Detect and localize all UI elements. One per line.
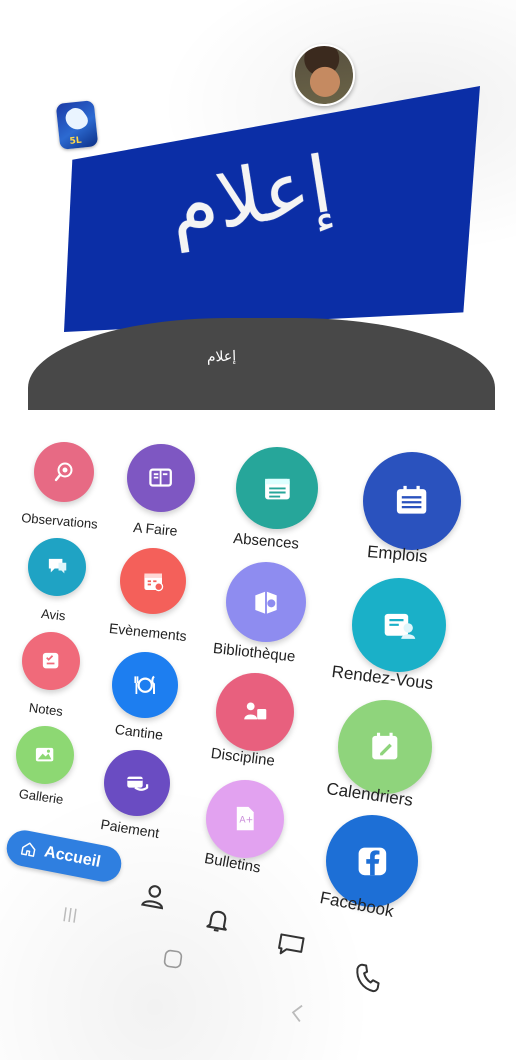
- tile-emplois-label: Emplois: [366, 542, 429, 567]
- tile-paiement-button[interactable]: [104, 750, 170, 816]
- report-card-icon: A+: [206, 780, 284, 858]
- back-icon[interactable]: [287, 1001, 308, 1025]
- tile-gallerie-label: Gallerie: [17, 786, 65, 808]
- tile-biblioth-que-label: Bibliothèque: [212, 640, 297, 666]
- tile-cantine-label: Cantine: [114, 721, 164, 743]
- tile-paiement-label: Paiement: [99, 816, 161, 842]
- tile-ev-nements-label: Evènements: [108, 620, 188, 645]
- logo-text: 5L: [69, 135, 83, 147]
- tile-a-faire-button[interactable]: [127, 444, 195, 512]
- tile-a-faire-label: A Faire: [132, 519, 179, 539]
- tile-bulletins-button[interactable]: A+: [206, 780, 284, 858]
- home-icon: [19, 840, 38, 859]
- notes-icon: [22, 632, 80, 690]
- tile-gallerie-button[interactable]: [16, 726, 74, 784]
- timetable-icon: [363, 452, 461, 550]
- tile-observations-label: Observations: [20, 510, 99, 532]
- gallery-icon: [16, 726, 74, 784]
- speech-bubble-icon: [28, 538, 86, 596]
- tile-calendriers-button[interactable]: [338, 700, 432, 794]
- calendar-list-icon: [236, 447, 318, 529]
- tile-discipline-button[interactable]: [216, 673, 294, 751]
- event-calendar-icon: [120, 548, 186, 614]
- recents-icon[interactable]: [61, 905, 79, 925]
- school-logo: 5L: [55, 100, 99, 150]
- tile-cantine-button[interactable]: [112, 652, 178, 718]
- library-icon: [226, 562, 306, 642]
- cutlery-icon: [112, 652, 178, 718]
- tile-notes-label: Notes: [28, 700, 64, 720]
- avatar[interactable]: [288, 39, 360, 111]
- banner-caption-bar: إعلام: [28, 318, 495, 410]
- tile-avis-button[interactable]: [28, 538, 86, 596]
- bell-icon[interactable]: [202, 904, 234, 936]
- tile-biblioth-que-button[interactable]: [226, 562, 306, 642]
- tile-avis-label: Avis: [40, 606, 67, 624]
- observation-icon: [34, 442, 94, 502]
- phone-icon[interactable]: [349, 959, 386, 996]
- nav-accueil-label: Accueil: [42, 843, 102, 871]
- calendar-edit-icon: [338, 700, 432, 794]
- chat-icon[interactable]: [272, 927, 311, 962]
- book-icon: [127, 444, 195, 512]
- appointment-icon: [352, 578, 446, 672]
- home-system-icon[interactable]: [161, 947, 186, 972]
- tile-emplois-button[interactable]: [363, 452, 461, 550]
- profile-icon[interactable]: [138, 880, 170, 912]
- discipline-icon: [216, 673, 294, 751]
- banner-caption: إعلام: [206, 348, 237, 366]
- tile-notes-button[interactable]: [22, 632, 80, 690]
- tile-absences-label: Absences: [232, 530, 300, 553]
- tile-absences-button[interactable]: [236, 447, 318, 529]
- nav-accueil-button[interactable]: Accueil: [3, 827, 125, 885]
- payment-icon: [104, 750, 170, 816]
- tile-observations-button[interactable]: [34, 442, 94, 502]
- svg-text:A+: A+: [240, 816, 254, 826]
- tile-ev-nements-button[interactable]: [120, 548, 186, 614]
- tile-rendez-vous-button[interactable]: [352, 578, 446, 672]
